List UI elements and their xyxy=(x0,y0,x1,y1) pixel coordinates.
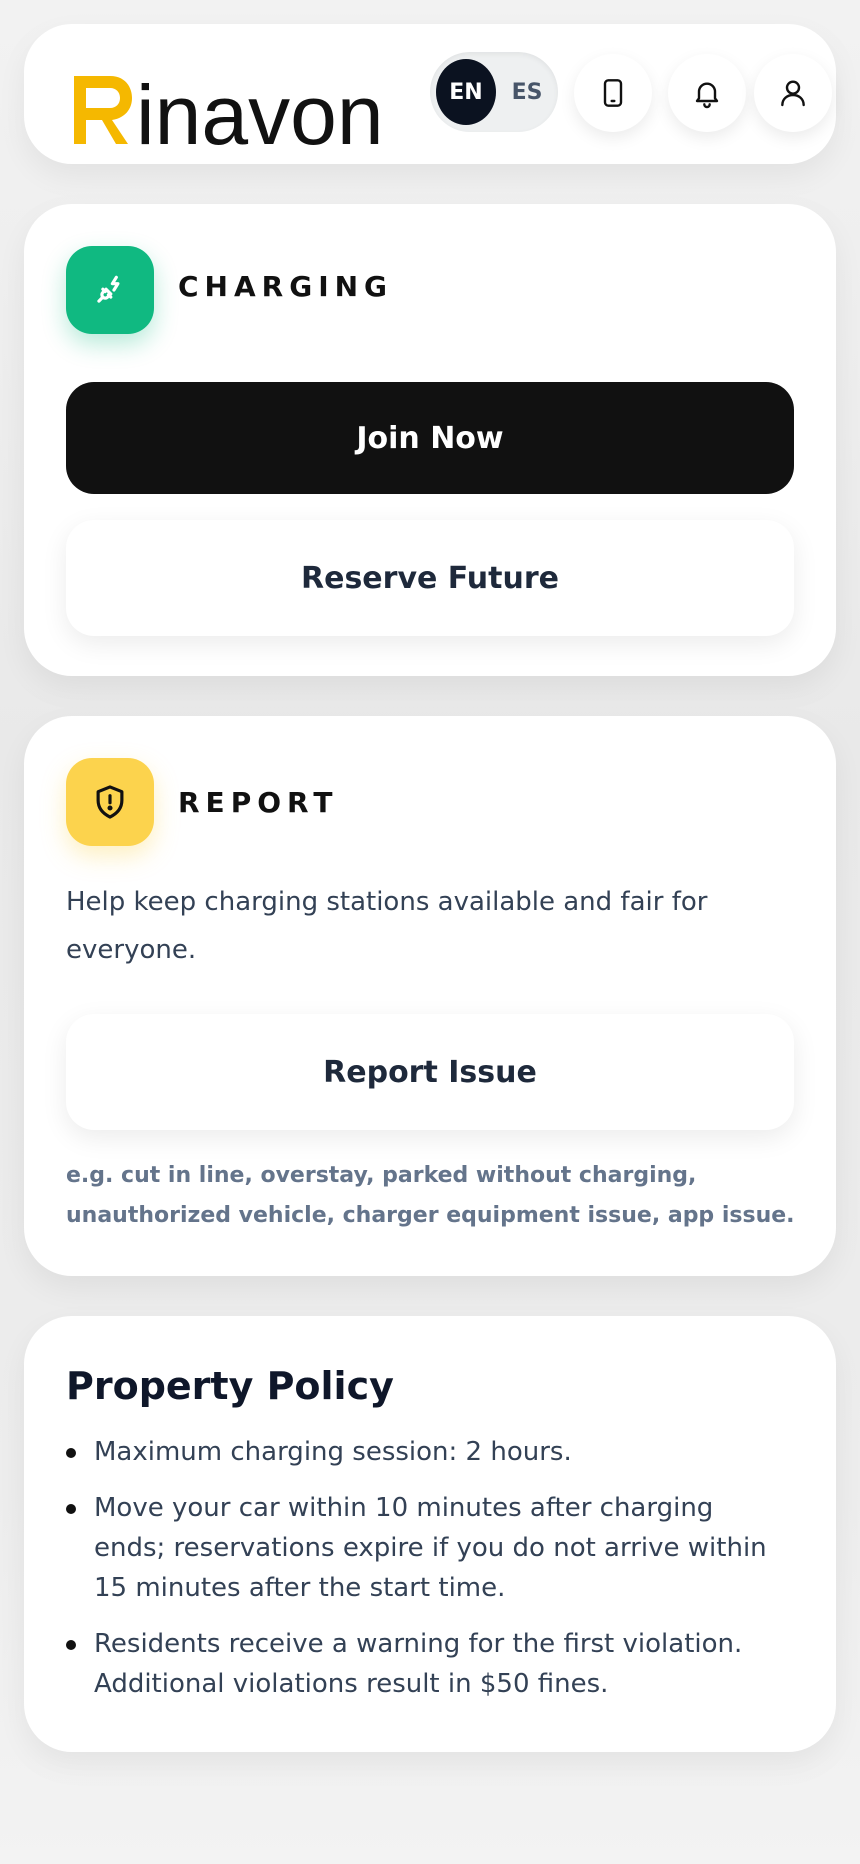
bullet-icon xyxy=(66,1504,76,1514)
lang-es-option[interactable]: ES xyxy=(502,59,552,125)
charging-title: CHARGING xyxy=(178,270,394,303)
brand-logo[interactable]: inavon xyxy=(66,58,406,154)
app-header: inavon EN ES xyxy=(24,24,836,164)
policy-title: Property Policy xyxy=(66,1364,394,1408)
policy-item-text: Maximum charging session: 2 hours. xyxy=(94,1437,572,1467)
shield-alert-icon xyxy=(96,785,124,819)
language-toggle[interactable]: EN ES xyxy=(430,52,558,132)
policy-card: Property Policy Maximum charging session… xyxy=(24,1316,836,1752)
policy-item: Move your car within 10 minutes after ch… xyxy=(66,1488,786,1608)
svg-text:inavon: inavon xyxy=(136,68,384,154)
report-issue-button[interactable]: Report Issue xyxy=(66,1014,794,1130)
charging-badge xyxy=(66,246,154,334)
charging-card: CHARGING Join Now Reserve Future xyxy=(24,204,836,676)
bell-icon xyxy=(695,82,719,109)
phone-button[interactable] xyxy=(574,54,652,132)
plug-icon xyxy=(97,275,120,303)
policy-list: Maximum charging session: 2 hours. Move … xyxy=(66,1432,786,1720)
bullet-icon xyxy=(66,1448,76,1458)
user-icon xyxy=(781,80,805,107)
report-hint: e.g. cut in line, overstay, parked witho… xyxy=(66,1163,795,1228)
policy-item-text: Residents receive a warning for the firs… xyxy=(94,1629,743,1699)
policy-item: Residents receive a warning for the firs… xyxy=(66,1624,786,1704)
profile-button[interactable] xyxy=(754,54,832,132)
phone-icon xyxy=(603,79,623,107)
lang-en-option[interactable]: EN xyxy=(436,59,496,125)
policy-item: Maximum charging session: 2 hours. xyxy=(66,1432,786,1472)
notifications-button[interactable] xyxy=(668,54,746,132)
bullet-icon xyxy=(66,1640,76,1650)
report-title: REPORT xyxy=(178,786,339,819)
reserve-future-button[interactable]: Reserve Future xyxy=(66,520,794,636)
report-card: REPORT Help keep charging stations avail… xyxy=(24,716,836,1276)
report-badge xyxy=(66,758,154,846)
join-now-button[interactable]: Join Now xyxy=(66,382,794,494)
report-description: Help keep charging stations available an… xyxy=(66,887,708,965)
policy-item-text: Move your car within 10 minutes after ch… xyxy=(94,1493,767,1603)
